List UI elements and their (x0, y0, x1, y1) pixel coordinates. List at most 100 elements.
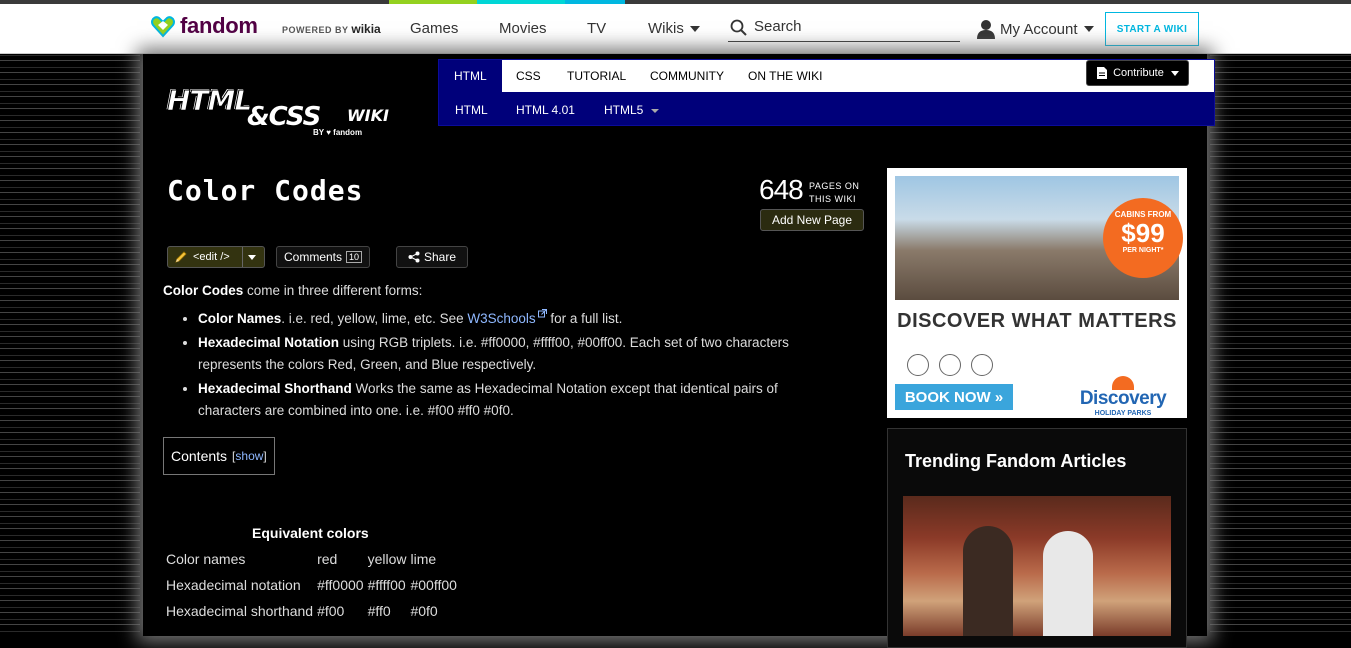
search-icon (730, 19, 747, 36)
article-content: Color Codes come in three different form… (163, 280, 843, 424)
nav-games[interactable]: Games (410, 20, 458, 37)
nav-stripe (389, 0, 477, 4)
search-box[interactable] (728, 14, 960, 42)
powered-by-wikia: POWERED BY wikia (282, 22, 381, 36)
page-counter: 648 PAGES ON THIS WIKI (759, 174, 859, 206)
equivalent-colors-caption: Equivalent colors (252, 525, 369, 541)
wiki-logo[interactable]: HTML &CSS WIKI BY ♥ fandom (166, 84, 388, 144)
list-item-text: for a full list. (546, 311, 623, 326)
edit-divider (242, 247, 243, 267)
w3schools-link[interactable]: W3Schools (467, 311, 535, 326)
page-icon (1097, 67, 1108, 79)
nav-stripe (477, 0, 565, 4)
chevron-down-icon (1170, 70, 1179, 76)
add-new-page-button[interactable]: Add New Page (760, 209, 864, 231)
caravan-icon (939, 354, 961, 376)
tab-css[interactable]: CSS (516, 69, 541, 83)
list-item: Hexadecimal Notation using RGB triplets.… (198, 332, 843, 376)
trending-article-image[interactable] (903, 496, 1171, 636)
share-icon (408, 251, 420, 263)
trending-articles: Trending Fandom Articles (887, 428, 1187, 648)
my-account-label: My Account (1000, 20, 1078, 38)
tab-community[interactable]: COMMUNITY (650, 69, 724, 83)
table-cell: yellow (367, 551, 407, 567)
toc-show-toggle[interactable]: [show] (232, 449, 267, 463)
discovery-sub: HOLIDAY PARKS (1094, 410, 1152, 417)
user-icon (977, 20, 995, 39)
wiki-page: HTML &CSS WIKI BY ♥ fandom HTML CSS TUTO… (143, 54, 1215, 648)
start-a-wiki-button[interactable]: START A WIKI (1105, 12, 1199, 46)
ad-badge-price: $99 (1121, 218, 1165, 248)
list-item: Color Names. i.e. red, yellow, lime, etc… (198, 308, 843, 330)
nav-movies[interactable]: Movies (499, 20, 547, 37)
page-count-label: PAGES ON THIS WIKI (809, 181, 860, 204)
list-item: Hexadecimal Shorthand Works the same as … (198, 378, 843, 422)
contribute-button[interactable]: Contribute (1086, 60, 1189, 86)
nav-tv[interactable]: TV (587, 20, 606, 37)
table-cell: Color names (166, 551, 246, 567)
toc-label: Contents (171, 448, 228, 464)
comments-label: Comments (283, 250, 342, 264)
cabin-icon (971, 354, 993, 376)
intro-text: come in three different forms: (243, 283, 423, 298)
edit-button[interactable]: <edit /> (167, 246, 265, 268)
nav-stripe (625, 0, 1351, 4)
table-row: Color names red yellow lime (164, 546, 459, 572)
chevron-down-icon[interactable] (248, 255, 256, 260)
powered-by-label: POWERED BY (282, 25, 349, 35)
page-title: Color Codes (167, 174, 364, 207)
ad-photo: CABINS FROM $99 PER NIGHT* (895, 176, 1183, 300)
table-row: Hexadecimal notation #ff0000 #ffff00 #00… (164, 572, 459, 598)
table-cell: #ff0000 (317, 577, 364, 593)
chevron-down-icon (1083, 26, 1094, 32)
subtab-html-401[interactable]: HTML 4.01 (516, 103, 575, 117)
global-nav: fandom POWERED BY wikia Games Movies TV … (0, 0, 1351, 54)
table-cell: lime (410, 551, 437, 567)
comments-count-badge: 10 (346, 251, 363, 263)
discovery-brand: Discovery (1079, 388, 1167, 409)
background-pattern-left (0, 54, 140, 636)
wikia-brand: wikia (351, 22, 381, 36)
tent-icon (907, 354, 929, 376)
table-row: Hexadecimal shorthand #f00 #ff0 #0f0 (164, 598, 459, 624)
contribute-label: Contribute (1113, 67, 1164, 79)
tab-on-the-wiki[interactable]: ON THE WIKI (748, 69, 822, 83)
share-button[interactable]: Share (396, 246, 468, 268)
page-count: 648 (759, 174, 804, 205)
subtab-html[interactable]: HTML (455, 103, 488, 117)
search-input[interactable] (752, 17, 956, 36)
background-pattern-right (1210, 54, 1351, 636)
list-item-text: . i.e. red, yellow, lime, etc. See (281, 311, 468, 326)
wiki-logo-css: &CSS (247, 102, 321, 132)
fandom-logo[interactable]: fandom (150, 13, 258, 39)
edit-label: <edit /> (193, 251, 230, 263)
ad-feature-icons (907, 354, 993, 376)
fandom-wordmark: fandom (180, 13, 258, 38)
intro-bold: Color Codes (163, 283, 244, 298)
advertisement[interactable]: CABINS FROM $99 PER NIGHT* DISCOVER WHAT… (887, 168, 1187, 418)
ad-price-badge: CABINS FROM $99 PER NIGHT* (1103, 198, 1183, 278)
article-intro: Color Codes come in three different form… (163, 280, 843, 302)
share-label: Share (423, 250, 457, 264)
list-item-term: Hexadecimal Notation (198, 335, 340, 350)
toc-show-link[interactable]: show (235, 449, 263, 463)
nav-wikis-label: Wikis (648, 20, 684, 37)
chevron-down-icon (650, 108, 659, 113)
table-cell: Hexadecimal notation (166, 577, 301, 593)
tab-html[interactable]: HTML (439, 60, 502, 92)
list-item-term: Hexadecimal Shorthand (198, 381, 352, 396)
image-figure (963, 526, 1013, 636)
wiki-logo-by-fandom: BY ♥ fandom (313, 128, 363, 137)
subtab-html5[interactable]: HTML5 (604, 103, 659, 117)
nav-wikis[interactable]: Wikis (648, 20, 700, 37)
table-of-contents: Contents [show] (163, 437, 275, 475)
tab-tutorial[interactable]: TUTORIAL (567, 69, 626, 83)
wiki-logo-html: HTML (166, 84, 252, 118)
table-cell: Hexadecimal shorthand (166, 603, 314, 619)
ad-headline: DISCOVER WHAT MATTERS (897, 310, 1177, 332)
table-cell: #00ff00 (410, 577, 457, 593)
comments-button[interactable]: Comments 10 (276, 246, 370, 268)
book-now-button[interactable]: BOOK NOW » (895, 384, 1013, 410)
my-account-menu[interactable]: My Account (976, 19, 1094, 39)
image-figure (1043, 531, 1093, 636)
